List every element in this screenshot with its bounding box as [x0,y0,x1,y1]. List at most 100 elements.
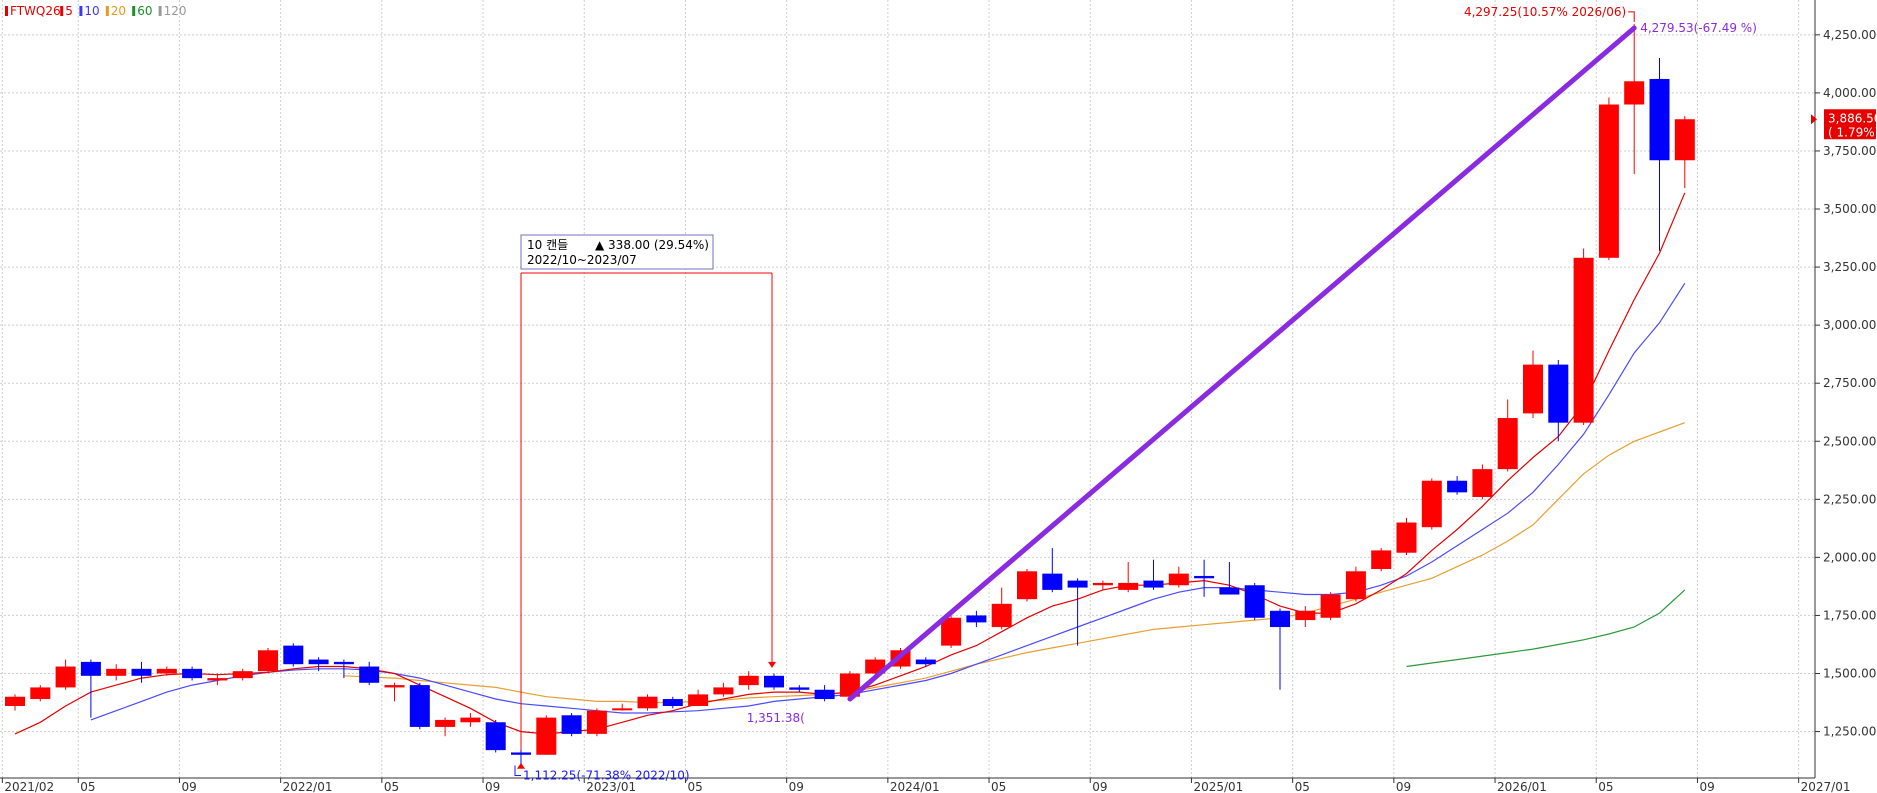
x-tick-label: 2022/01 [283,780,333,793]
measure-change: ▲ 338.00 (29.54%) [595,238,709,252]
candle-up [637,696,658,709]
candle-down [131,668,152,676]
legend-item: 120 [164,4,187,18]
candle-up [1421,480,1442,528]
x-tick-label: 05 [80,780,95,793]
candle-up [232,671,253,679]
x-tick-label: 05 [687,780,702,793]
candle-up [258,650,278,672]
y-tick-label: 3,750.00 [1823,144,1876,158]
current-price-value: 3,886.50 [1828,111,1877,125]
y-tick-label: 2,500.00 [1823,434,1876,448]
candle-down [1067,580,1088,588]
candle-down [1244,585,1265,618]
candle-down [308,659,329,665]
candle-up [1345,571,1366,600]
current-price-change: ( 1.79%) [1828,125,1877,139]
candle-down [1143,580,1164,588]
candle-up [460,717,481,723]
candle-up [991,603,1012,628]
candle-up [1295,610,1316,621]
candle-up [1118,582,1139,590]
candle-up [30,687,51,700]
y-tick-label: 2,000.00 [1823,550,1876,564]
candle-up [738,675,759,686]
y-tick-label: 1,250.00 [1823,725,1876,739]
x-tick-label: 09 [1699,780,1714,793]
x-tick-label: 05 [991,780,1006,793]
candle-up [941,617,962,646]
candle-up [1674,119,1695,161]
low-label: 1,112.25(-71.38% 2022/10) [523,769,690,783]
candle-down [1548,364,1569,423]
candle-up [1523,364,1543,414]
candle-down [359,666,380,683]
legend: FTWQ26 5 10 20 60 120 [5,4,187,18]
candle-up [1371,550,1392,569]
candle-up [1573,257,1594,423]
x-tick-label: 09 [181,780,196,793]
candle-down [333,661,354,665]
candle-up [1092,582,1113,586]
x-tick-label: 09 [1396,780,1411,793]
y-tick-label: 3,250.00 [1823,260,1876,274]
candle-down [915,659,936,665]
candle-up [1396,522,1417,553]
candle-up [1320,594,1341,618]
x-tick-label: 05 [384,780,399,793]
candle-down [966,615,987,623]
x-tick-label: 09 [1092,780,1107,793]
candle-down [409,685,430,727]
candle-down [662,699,683,707]
mid-label: 1,351.38( [747,711,805,725]
measure-candle-count: 10 캔들 [527,238,568,252]
y-tick-label: 4,250.00 [1823,28,1876,42]
legend-swatch [60,6,64,16]
candle-up [106,668,127,676]
y-tick-label: 4,000.00 [1823,86,1876,100]
candle-down [1219,587,1240,595]
candle-up [536,717,557,755]
candle-down [789,687,810,690]
candle-down [814,689,835,700]
y-tick-label: 1,500.00 [1823,666,1876,680]
legend-item: 5 [65,4,73,18]
candle-up [207,678,228,681]
candle-down [485,722,506,751]
candle-up [55,666,76,688]
candle-down [283,645,304,665]
x-tick-label: 2025/01 [1193,780,1243,793]
legend-swatch [132,6,136,16]
candle-up [1624,81,1645,105]
candle-up [5,696,25,707]
candle-up [1497,418,1518,470]
x-tick-label: 2026/01 [1497,780,1547,793]
x-tick-label: 05 [1598,780,1613,793]
x-tick-label: 2027/01 [1801,780,1851,793]
measure-range: 2022/10~2023/07 [527,253,637,267]
legend-swatch [158,6,162,16]
y-tick-label: 2,250.00 [1823,492,1876,506]
legend-item: 60 [137,4,152,18]
candle-down [561,715,582,734]
legend-swatch [105,6,109,16]
candlestick-chart[interactable]: 10 캔들 ▲ 338.00 (29.54%)2022/10~2023/07 1,… [0,0,1877,793]
x-tick-label: 05 [1295,780,1310,793]
candle-down [80,661,101,676]
candle-up [384,685,405,688]
candle-up [586,710,607,734]
candle-down [182,668,203,679]
x-tick-label: 09 [485,780,500,793]
y-tick-label: 1,750.00 [1823,608,1876,622]
chart-area: 10 캔들 ▲ 338.00 (29.54%) 2022/10~2023/07 1,… [0,0,1877,793]
candle-up [156,668,177,674]
high-label: 4,297.25(10.57% 2026/06) [1464,5,1626,19]
candle-down [1270,610,1290,628]
legend-swatch [5,6,8,16]
x-tick-label: 09 [789,780,804,793]
y-tick-label: 3,000.00 [1823,318,1876,332]
y-tick-label: 2,750.00 [1823,376,1876,390]
candle-down [764,675,784,688]
x-tick-label: 2021/02 [4,780,54,793]
candle-down [511,752,531,755]
